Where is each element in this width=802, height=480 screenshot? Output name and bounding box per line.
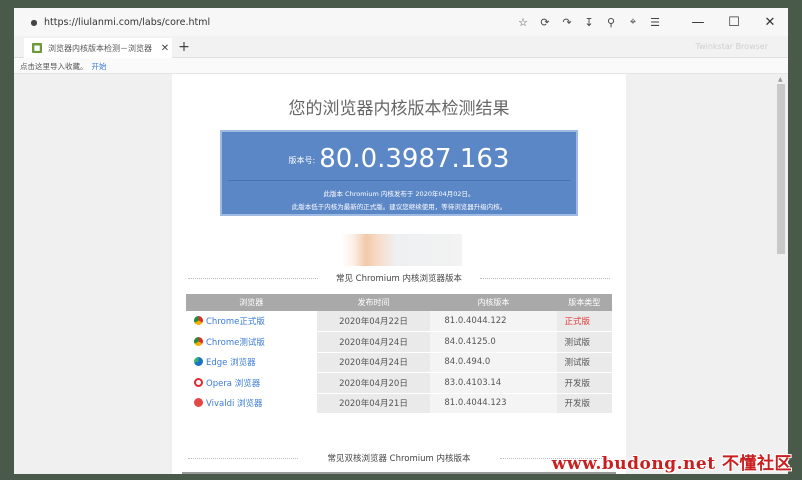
table-row: Chrome测试版 2020年04月24日 84.0.4125.0 测试版 <box>186 331 612 353</box>
table-row: Vivaldi 浏览器 2020年04月21日 81.0.4044.123 开发… <box>186 393 612 414</box>
address-bar[interactable]: ● https://liulanmi.com/labs/core.html ☆ … <box>14 8 788 36</box>
date-cell: 2020年04月22日 <box>316 311 431 332</box>
bookmark-start-link[interactable]: 开始 <box>92 62 107 71</box>
version-cell: 84.0.494.0 <box>430 352 557 373</box>
star-icon[interactable]: ☆ <box>512 16 534 29</box>
version-label: 版本号: <box>288 156 316 165</box>
lock-icon: ● <box>30 17 38 27</box>
new-tab-button[interactable]: + <box>176 38 192 56</box>
download-icon[interactable]: ↧ <box>578 16 600 29</box>
bookmark-hint: 点击这里导入收藏。 开始 <box>20 61 107 72</box>
type-cell: 开发版 <box>556 372 612 394</box>
blurred-ad-image <box>342 234 462 266</box>
browser-cell[interactable]: Edge 浏览器 <box>186 352 317 373</box>
watermark: www.budong.net 不懂社区 <box>551 454 792 474</box>
header-type: 版本类型 <box>556 294 612 311</box>
tab-strip: ■ 浏览器内核版本检测－浏览器 ✕ + Twinkstar Browser <box>14 36 788 58</box>
maximize-icon[interactable]: ☐ <box>716 15 752 30</box>
edge-icon <box>194 357 203 367</box>
version-number: 80.0.3987.163 <box>319 144 510 174</box>
divider <box>228 180 570 181</box>
bookmark-hint-text: 点击这里导入收藏。 <box>20 62 88 71</box>
page-title: 您的浏览器内核版本检测结果 <box>288 99 510 119</box>
header-version: 内核版本 <box>430 294 557 311</box>
scroll-up-icon[interactable]: ▲ <box>778 76 783 83</box>
version-note-2: 此版本低于内核为最新的正式版。建议您继续使用，等待浏览器升级内核。 <box>291 203 507 211</box>
browser-cell[interactable]: Chrome测试版 <box>186 331 317 353</box>
close-icon[interactable]: ✕ <box>752 15 788 30</box>
version-cell: 84.0.4125.0 <box>430 331 557 353</box>
type-cell: 测试版 <box>556 352 612 373</box>
crop-icon[interactable]: ⌖ <box>622 15 644 29</box>
browser-name-link[interactable]: Opera 浏览器 <box>206 379 260 389</box>
menu-icon[interactable]: ☰ <box>644 16 666 29</box>
version-line: 版本号: 80.0.3987.163 <box>222 144 576 174</box>
chrome-icon <box>194 336 203 346</box>
toolbar: ☆ ⟳ ↷ ↧ ⚲ ⌖ ☰ — ☐ ✕ <box>512 8 788 36</box>
bookmarks-bar: 点击这里导入收藏。 开始 <box>14 58 788 74</box>
version-cell: 81.0.4044.122 <box>430 311 557 332</box>
date-cell: 2020年04月24日 <box>316 331 431 353</box>
minimize-icon[interactable]: — <box>680 15 716 30</box>
chrome-icon <box>194 316 203 325</box>
type-cell: 开发版 <box>556 393 612 414</box>
tab-title: 浏览器内核版本检测－浏览器 <box>48 43 152 53</box>
version-cell: 83.0.4103.14 <box>430 372 557 394</box>
browser-name-link[interactable]: Vivaldi 浏览器 <box>206 399 263 409</box>
version-note-1: 此版本 Chromium 内核发布于 2020年04月02日。 <box>323 190 475 198</box>
type-cell: 测试版 <box>556 331 612 353</box>
version-cell: 81.0.4044.123 <box>430 393 557 414</box>
scroll-thumb[interactable] <box>777 84 785 254</box>
browser-cell[interactable]: Vivaldi 浏览器 <box>186 393 317 414</box>
account-icon[interactable]: ⚲ <box>600 16 622 29</box>
refresh-icon[interactable]: ⟳ <box>534 16 556 29</box>
vivaldi-icon <box>194 398 203 408</box>
page-content: 您的浏览器内核版本检测结果 版本号: 80.0.3987.163 此版本 Chro… <box>172 74 626 474</box>
tab-close-icon[interactable]: ✕ <box>158 43 172 54</box>
browser-name-link[interactable]: Chrome测试版 <box>206 338 265 348</box>
page-viewport[interactable]: 您的浏览器内核版本检测结果 版本号: 80.0.3987.163 此版本 Chro… <box>14 74 788 474</box>
favicon-icon: ■ <box>32 43 42 53</box>
browser-cell[interactable]: Chrome正式版 <box>186 311 317 332</box>
vertical-scrollbar[interactable]: ▲ <box>774 74 788 474</box>
browser-version-table: 浏览器 发布时间 内核版本 版本类型 Chrome正式版 2020年04月22日… <box>186 294 612 414</box>
browser-window: ● https://liulanmi.com/labs/core.html ☆ … <box>14 8 788 474</box>
table-row: Chrome正式版 2020年04月22日 81.0.4044.122 正式版 <box>186 311 612 332</box>
url-text[interactable]: https://liulanmi.com/labs/core.html <box>44 17 210 28</box>
browser-cell[interactable]: Opera 浏览器 <box>186 372 317 394</box>
tab-active[interactable]: ■ 浏览器内核版本检测－浏览器 ✕ <box>24 38 172 58</box>
date-cell: 2020年04月21日 <box>316 393 431 414</box>
brand-label: Twinkstar Browser <box>695 42 769 51</box>
opera-icon <box>194 377 203 387</box>
table-row: Opera 浏览器 2020年04月20日 83.0.4103.14 开发版 <box>186 372 612 394</box>
type-cell: 正式版 <box>556 311 612 332</box>
header-date: 发布时间 <box>316 294 431 311</box>
date-cell: 2020年04月24日 <box>316 352 431 373</box>
browser-name-link[interactable]: Edge 浏览器 <box>206 358 256 368</box>
table-row: Edge 浏览器 2020年04月24日 84.0.494.0 测试版 <box>186 352 612 373</box>
table-header-row: 浏览器 发布时间 内核版本 版本类型 <box>186 294 612 311</box>
section-heading-chromium: 常见 Chromium 内核浏览器版本 <box>172 272 626 284</box>
browser-name-link[interactable]: Chrome正式版 <box>206 317 265 327</box>
version-result-box: 版本号: 80.0.3987.163 此版本 Chromium 内核发布于 202… <box>220 130 578 216</box>
header-browser: 浏览器 <box>186 294 317 311</box>
undo-icon[interactable]: ↷ <box>556 16 578 29</box>
date-cell: 2020年04月20日 <box>316 372 431 394</box>
